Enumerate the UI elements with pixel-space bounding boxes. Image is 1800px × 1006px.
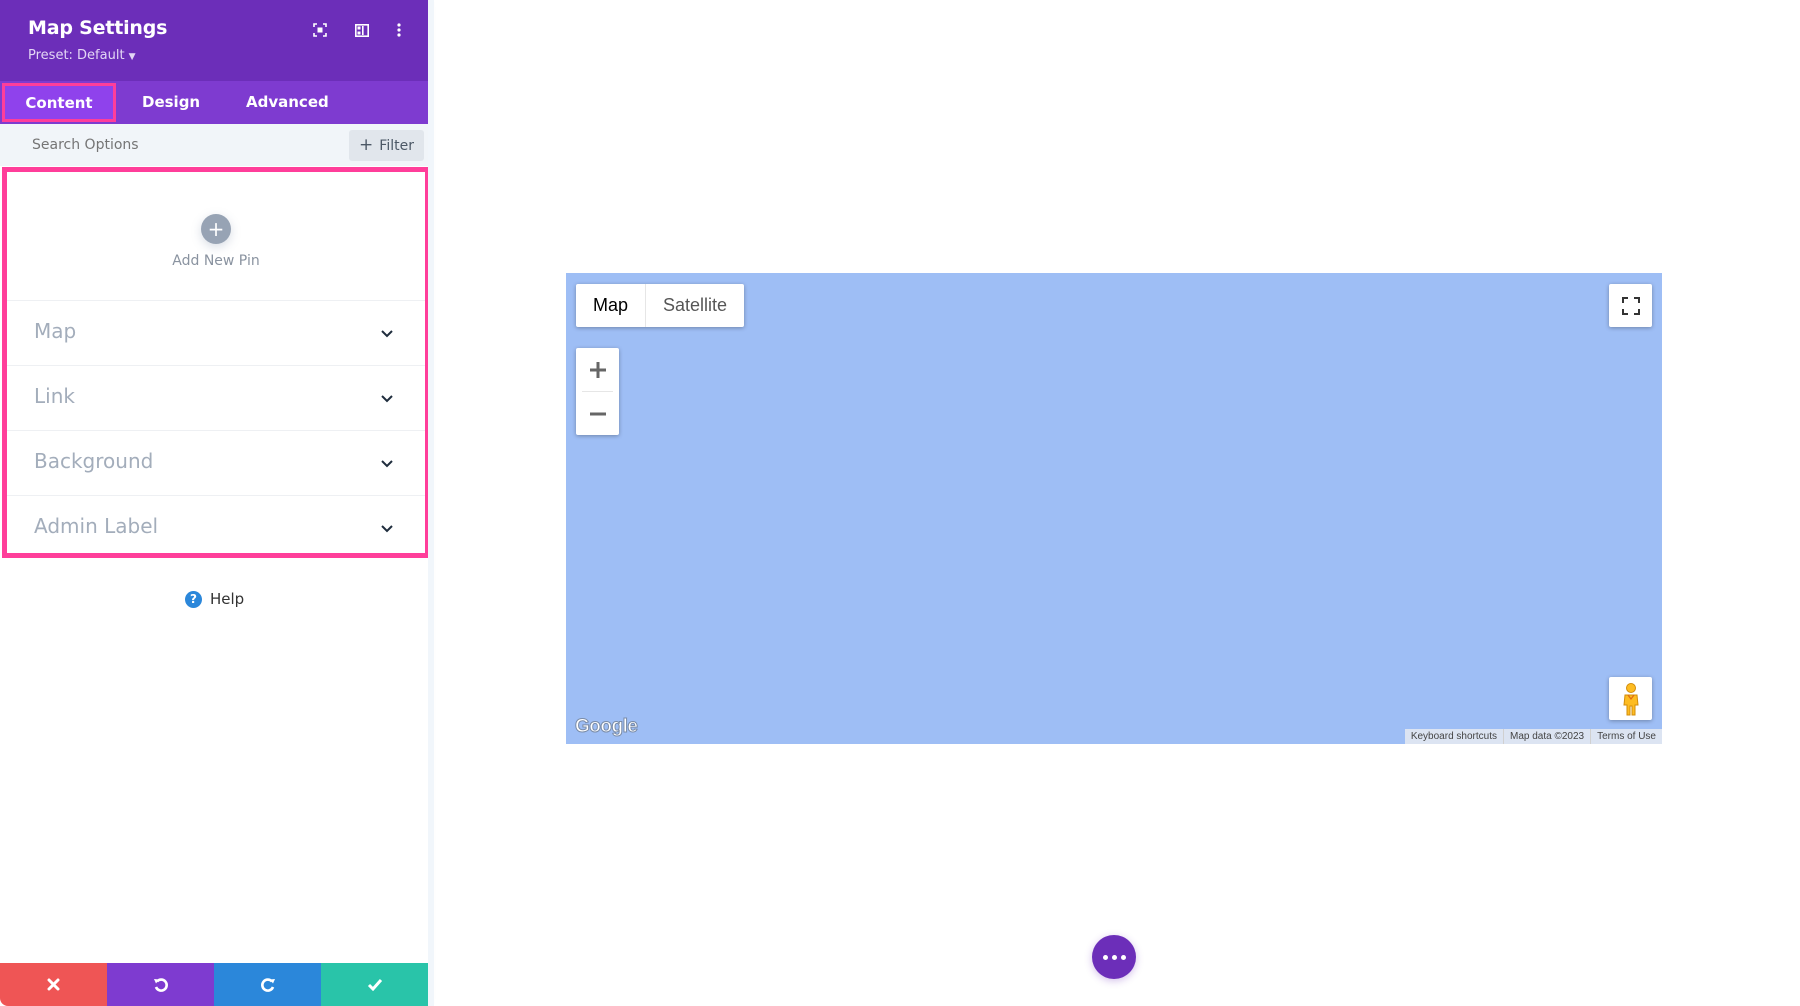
redo-icon (260, 977, 275, 992)
section-label: Link (34, 384, 75, 408)
zoom-out-button[interactable] (576, 392, 619, 435)
content-options-box: + Add New Pin Map Link Background Admin … (2, 167, 430, 558)
section-admin-label[interactable]: Admin Label (7, 495, 425, 560)
fullscreen-icon (1621, 296, 1640, 315)
section-background[interactable]: Background (7, 430, 425, 495)
preset-label: Preset: Default (28, 48, 125, 63)
action-bar (0, 963, 428, 1006)
map-data-text: Map data ©2023 (1503, 729, 1590, 744)
add-new-pin-label: Add New Pin (172, 253, 260, 269)
terms-of-use-link[interactable]: Terms of Use (1590, 729, 1662, 744)
caret-down-icon: ▼ (128, 52, 136, 62)
help-link[interactable]: ? Help (185, 590, 244, 608)
panel-divider (428, 0, 434, 1006)
plus-icon (589, 361, 606, 378)
undo-icon (153, 977, 168, 992)
dot-icon (1102, 954, 1108, 960)
chevron-down-icon (381, 395, 393, 403)
filter-label: Filter (379, 137, 414, 154)
keyboard-shortcuts-link[interactable]: Keyboard shortcuts (1405, 729, 1503, 744)
add-new-pin-button[interactable]: + Add New Pin (7, 172, 425, 297)
preset-dropdown[interactable]: Preset: Default ▼ (28, 48, 135, 63)
tab-bar: Content Design Advanced (0, 81, 428, 124)
minus-icon (589, 412, 606, 415)
check-icon (367, 979, 382, 991)
add-circle-icon: + (201, 214, 231, 244)
panel-header: Map Settings Preset: Default ▼ (0, 0, 428, 81)
dot-icon (1111, 954, 1117, 960)
dot-icon (1120, 954, 1126, 960)
settings-panel: Map Settings Preset: Default ▼ Content De… (0, 0, 430, 1006)
zoom-in-button[interactable] (576, 348, 619, 391)
google-map[interactable]: Map Satellite Google Keyboard shortcuts … (566, 273, 1662, 744)
chevron-down-icon (381, 525, 393, 533)
chevron-down-icon (381, 330, 393, 338)
more-vertical-icon[interactable] (388, 20, 410, 40)
section-map[interactable]: Map (7, 300, 425, 365)
search-options-input[interactable] (20, 130, 320, 160)
split-view-icon[interactable] (351, 20, 373, 40)
save-button[interactable] (321, 963, 428, 1006)
cancel-button[interactable] (0, 963, 107, 1006)
help-icon: ? (185, 590, 202, 608)
section-link[interactable]: Link (7, 365, 425, 430)
filter-button[interactable]: + Filter (349, 130, 424, 161)
fullscreen-button[interactable] (1609, 284, 1652, 327)
chevron-down-icon (381, 460, 393, 468)
map-type-control: Map Satellite (576, 284, 745, 327)
zoom-control (576, 348, 619, 435)
tab-content[interactable]: Content (2, 83, 116, 122)
tab-advanced[interactable]: Advanced (246, 81, 329, 124)
help-label: Help (210, 590, 245, 608)
undo-button[interactable] (107, 963, 214, 1006)
google-logo[interactable]: Google (574, 716, 638, 738)
page-settings-button[interactable] (1092, 935, 1136, 979)
map-type-map-button[interactable]: Map (576, 284, 647, 327)
section-label: Background (34, 449, 154, 473)
map-attribution: Keyboard shortcuts Map data ©2023 Terms … (1404, 729, 1662, 744)
focus-icon[interactable] (309, 20, 331, 40)
map-type-satellite-button[interactable]: Satellite (646, 284, 744, 327)
section-label: Admin Label (34, 514, 159, 538)
street-view-pegman-button[interactable] (1609, 677, 1652, 720)
section-label: Map (34, 319, 77, 343)
panel-title: Map Settings (28, 17, 168, 39)
search-row: + Filter (0, 124, 428, 166)
tab-design[interactable]: Design (142, 81, 200, 124)
plus-icon: + (359, 135, 374, 155)
redo-button[interactable] (214, 963, 321, 1006)
close-icon (47, 978, 60, 991)
pegman-icon (1622, 682, 1639, 715)
